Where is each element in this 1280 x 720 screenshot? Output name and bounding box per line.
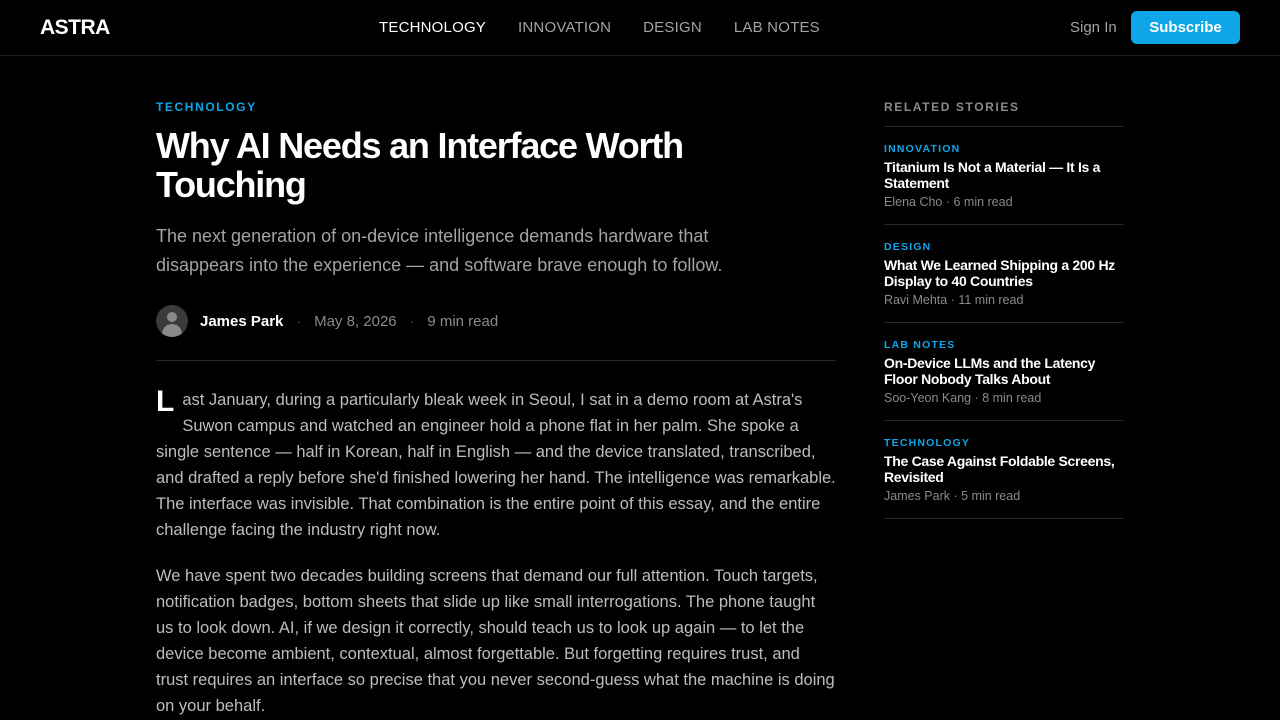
story-title[interactable]: Titanium Is Not a Material — It Is a Sta… [884, 159, 1124, 191]
publish-date: May 8, 2026 [314, 312, 397, 330]
top-navigation-bar: ASTRA TECHNOLOGY INNOVATION DESIGN LAB N… [0, 0, 1280, 56]
author-avatar[interactable] [156, 305, 188, 337]
related-story[interactable]: LAB NOTES On-Device LLMs and the Latency… [884, 323, 1124, 421]
byline-divider [156, 360, 836, 361]
avatar-head-shape [167, 312, 177, 322]
read-time: 9 min read [427, 312, 499, 330]
article-category[interactable]: TECHNOLOGY [156, 100, 836, 114]
site-logo[interactable]: ASTRA [40, 16, 110, 40]
article-dek: The next generation of on-device intelli… [156, 226, 723, 275]
byline: James Park · May 8, 2026 · 9 min read [156, 304, 836, 338]
story-category: INNOVATION [884, 143, 961, 155]
story-category: DESIGN [884, 241, 932, 253]
byline-separator: · [296, 313, 302, 329]
nav-item-lab-notes[interactable]: LAB NOTES [734, 19, 820, 36]
article: TECHNOLOGY Why AI Needs an Interface Wor… [156, 100, 836, 719]
byline-separator: · [409, 313, 415, 329]
nav-item-technology[interactable]: TECHNOLOGY [379, 19, 486, 36]
story-title[interactable]: On-Device LLMs and the Latency Floor Nob… [884, 355, 1124, 387]
nav-item-innovation[interactable]: INNOVATION [518, 19, 611, 36]
drop-cap: L [156, 385, 175, 418]
article-paragraph: We have spent two decades building scree… [156, 567, 835, 715]
related-story[interactable]: DESIGN What We Learned Shipping a 200 Hz… [884, 225, 1124, 323]
paragraph-text: ast January, during a particularly bleak… [156, 391, 836, 539]
sign-in-link[interactable]: Sign In [1070, 19, 1117, 36]
story-meta: Ravi Mehta · 11 min read [884, 293, 1024, 307]
related-story[interactable]: INNOVATION Titanium Is Not a Material — … [884, 127, 1124, 225]
article-paragraph: Last January, during a particularly blea… [156, 387, 836, 543]
story-title[interactable]: What We Learned Shipping a 200 Hz Displa… [884, 257, 1124, 289]
nav-item-design[interactable]: DESIGN [643, 19, 702, 36]
article-title: Why AI Needs an Interface Worth Touching [156, 125, 684, 205]
subscribe-button[interactable]: Subscribe [1131, 11, 1240, 44]
story-category: TECHNOLOGY [884, 437, 971, 449]
story-category: LAB NOTES [884, 339, 956, 351]
main-nav: TECHNOLOGY INNOVATION DESIGN LAB NOTES [379, 19, 820, 36]
story-meta: Soo-Yeon Kang · 8 min read [884, 391, 1042, 405]
avatar-body-shape [162, 324, 182, 337]
related-stories-heading: RELATED STORIES [884, 100, 1124, 127]
story-meta: Elena Cho · 6 min read [884, 195, 1013, 209]
author-name[interactable]: James Park [200, 313, 283, 330]
story-meta: James Park · 5 min read [884, 489, 1021, 503]
related-story[interactable]: TECHNOLOGY The Case Against Foldable Scr… [884, 421, 1124, 519]
related-stories-sidebar: RELATED STORIES INNOVATION Titanium Is N… [884, 100, 1124, 519]
story-title[interactable]: The Case Against Foldable Screens, Revis… [884, 453, 1124, 485]
article-body: Last January, during a particularly blea… [156, 387, 836, 719]
